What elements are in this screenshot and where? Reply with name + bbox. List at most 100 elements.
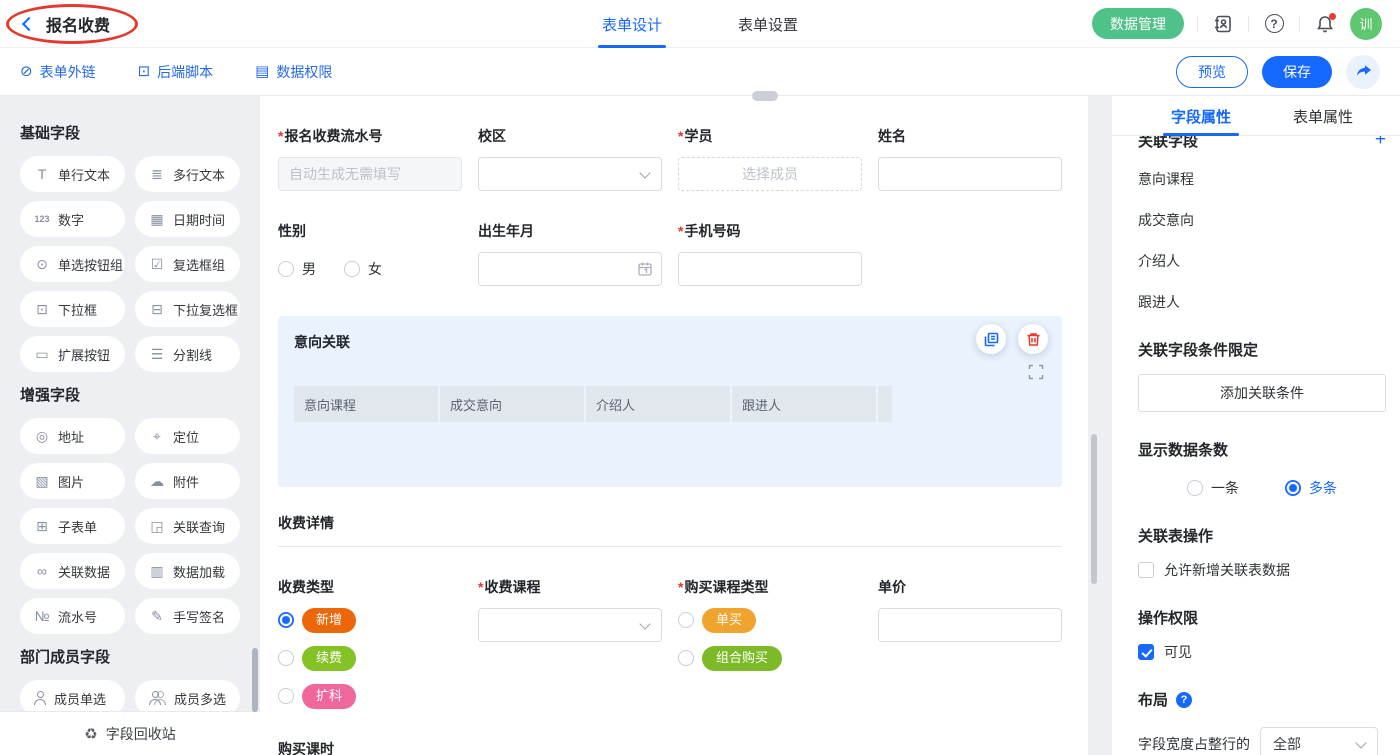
- delete-field-button[interactable]: [1018, 324, 1048, 354]
- field-phone[interactable]: *手机号码: [678, 221, 862, 286]
- related-field-item: 意向课程: [1138, 169, 1386, 189]
- field-serial-number[interactable]: *报名收费流水号: [278, 126, 462, 191]
- recycle-icon: ♻: [84, 725, 97, 743]
- permission-section-title: 操作权限: [1138, 607, 1386, 628]
- divider: [1299, 16, 1300, 32]
- field-pill-attachment[interactable]: ☁附件: [135, 463, 240, 499]
- gender-option-female[interactable]: 女: [344, 259, 382, 279]
- field-width-select[interactable]: 全部: [1260, 727, 1378, 755]
- field-pill-single-line-text[interactable]: T单行文本: [20, 156, 125, 192]
- data-permission-link[interactable]: ▤ 数据权限: [255, 62, 332, 82]
- form-external-link[interactable]: ⊘ 表单外链: [20, 62, 96, 82]
- script-icon: ⊡: [138, 64, 151, 79]
- add-condition-button[interactable]: 添加关联条件: [1138, 374, 1386, 412]
- select-member-button[interactable]: 选择成员: [678, 157, 862, 191]
- gender-option-male[interactable]: 男: [278, 259, 316, 279]
- sidebar-scrollbar[interactable]: [252, 648, 258, 712]
- count-option-multiple[interactable]: 多条: [1285, 478, 1337, 498]
- canvas-scrollbar[interactable]: [1091, 434, 1097, 584]
- field-pill-extend-button[interactable]: ▭扩展按钮: [20, 336, 125, 372]
- related-fields-header: 关联字段 +: [1138, 136, 1386, 150]
- count-option-single[interactable]: 一条: [1187, 478, 1239, 498]
- calendar-icon: ▦: [148, 212, 166, 226]
- field-pill-serial-number[interactable]: №流水号: [20, 598, 125, 634]
- field-birth-month[interactable]: 出生年月: [478, 221, 662, 286]
- notification-dot: [1329, 13, 1336, 20]
- contacts-icon[interactable]: [1211, 12, 1235, 36]
- layout-help-icon[interactable]: ?: [1176, 692, 1192, 708]
- field-pill-datetime[interactable]: ▦日期时间: [135, 201, 240, 237]
- data-manage-button[interactable]: 数据管理: [1092, 8, 1184, 39]
- save-button[interactable]: 保存: [1262, 56, 1332, 88]
- visible-checkbox[interactable]: 可见: [1138, 642, 1386, 662]
- fee-type-option-renew[interactable]: 续费: [278, 646, 462, 671]
- field-unit-price[interactable]: 单价: [878, 577, 1062, 709]
- form-canvas: *报名收费流水号 校区 *学员 选择成员 姓名 性别: [260, 96, 1088, 755]
- tab-form-properties[interactable]: 表单属性: [1293, 96, 1353, 136]
- field-gender[interactable]: 性别 男 女: [278, 221, 462, 286]
- fee-type-option-new[interactable]: 新增: [278, 608, 462, 633]
- relation-block-selected[interactable]: 意向关联: [278, 316, 1062, 487]
- fee-course-select[interactable]: [478, 608, 662, 642]
- field-pill-signature[interactable]: ✎手写签名: [135, 598, 240, 634]
- field-pill-address[interactable]: ◎地址: [20, 418, 125, 454]
- field-recycle-bin[interactable]: ♻ 字段回收站: [0, 711, 260, 755]
- radio-selected-icon: [1285, 480, 1301, 496]
- section-divider-fee-detail[interactable]: 收费详情: [278, 513, 1062, 547]
- collapse-handle[interactable]: [752, 91, 778, 101]
- birth-month-input[interactable]: [478, 252, 662, 286]
- phone-input[interactable]: [678, 252, 862, 286]
- fullscreen-icon[interactable]: [1028, 364, 1044, 380]
- person-icon: [33, 691, 47, 705]
- tab-field-properties[interactable]: 字段属性: [1171, 96, 1231, 136]
- field-purchase-hours[interactable]: 购买课时: [278, 739, 462, 755]
- share-button[interactable]: [1346, 55, 1380, 89]
- tab-form-settings[interactable]: 表单设置: [738, 0, 798, 48]
- field-pill-relation-data[interactable]: ∞关联数据: [20, 553, 125, 589]
- field-pill-relation-query[interactable]: ◲关联查询: [135, 508, 240, 544]
- field-pill-multi-line-text[interactable]: ≣多行文本: [135, 156, 240, 192]
- section-title-enhanced-fields: 增强字段: [20, 384, 240, 405]
- divider-line-icon: ☰: [148, 347, 166, 361]
- campus-select[interactable]: [478, 157, 662, 191]
- field-pill-divider-line[interactable]: ☰分割线: [135, 336, 240, 372]
- field-pill-radio-group[interactable]: ⊙单选按钮组: [20, 246, 125, 282]
- radio-icon: ⊙: [33, 257, 51, 271]
- field-pill-geolocation[interactable]: ⌖定位: [135, 418, 240, 454]
- field-fee-course[interactable]: *收费课程: [478, 577, 662, 709]
- field-width-label: 字段宽度占整行的: [1138, 734, 1250, 754]
- field-student[interactable]: *学员 选择成员: [678, 126, 862, 191]
- field-pill-checkbox-group[interactable]: ☑复选框组: [135, 246, 240, 282]
- back-chevron-icon: [22, 16, 36, 30]
- copy-field-button[interactable]: [976, 324, 1006, 354]
- field-pill-multi-dropdown[interactable]: ⊟下拉复选框: [135, 291, 240, 327]
- notification-bell-icon[interactable]: [1313, 12, 1337, 36]
- related-field-item: 成交意向: [1138, 210, 1386, 230]
- purchase-type-option-single[interactable]: 单买: [678, 608, 862, 633]
- purchase-type-option-combo[interactable]: 组合购买: [678, 646, 862, 671]
- people-icon: [148, 691, 167, 705]
- fee-type-option-expand[interactable]: 扩科: [278, 684, 462, 709]
- field-campus[interactable]: 校区: [478, 126, 662, 191]
- backend-script-link[interactable]: ⊡ 后端脚本: [138, 62, 214, 82]
- name-input[interactable]: [878, 157, 1062, 191]
- unit-price-input[interactable]: [878, 608, 1062, 642]
- add-related-field-icon[interactable]: +: [1375, 136, 1386, 149]
- serial-number-input[interactable]: [278, 157, 462, 191]
- field-pill-data-load[interactable]: ▥数据加载: [135, 553, 240, 589]
- preview-button[interactable]: 预览: [1176, 56, 1248, 88]
- field-purchase-type[interactable]: *购买课程类型 单买 组合购买: [678, 577, 862, 709]
- back-button[interactable]: 报名收费: [0, 12, 110, 36]
- help-icon[interactable]: ?: [1262, 12, 1286, 36]
- field-pill-number[interactable]: 123数字: [20, 201, 125, 237]
- field-pill-subform[interactable]: ⊞子表单: [20, 508, 125, 544]
- field-pill-image[interactable]: ▧图片: [20, 463, 125, 499]
- field-name[interactable]: 姓名: [878, 126, 1062, 191]
- allow-add-relation-checkbox[interactable]: 允许新增关联表数据: [1138, 560, 1386, 580]
- field-pill-dropdown[interactable]: ⊡下拉框: [20, 291, 125, 327]
- textarea-icon: ≣: [148, 167, 166, 181]
- avatar[interactable]: 训: [1350, 8, 1382, 40]
- required-mark: *: [678, 579, 683, 595]
- field-fee-type[interactable]: 收费类型 新增 续费 扩科: [278, 577, 462, 709]
- tab-form-design[interactable]: 表单设计: [602, 0, 662, 48]
